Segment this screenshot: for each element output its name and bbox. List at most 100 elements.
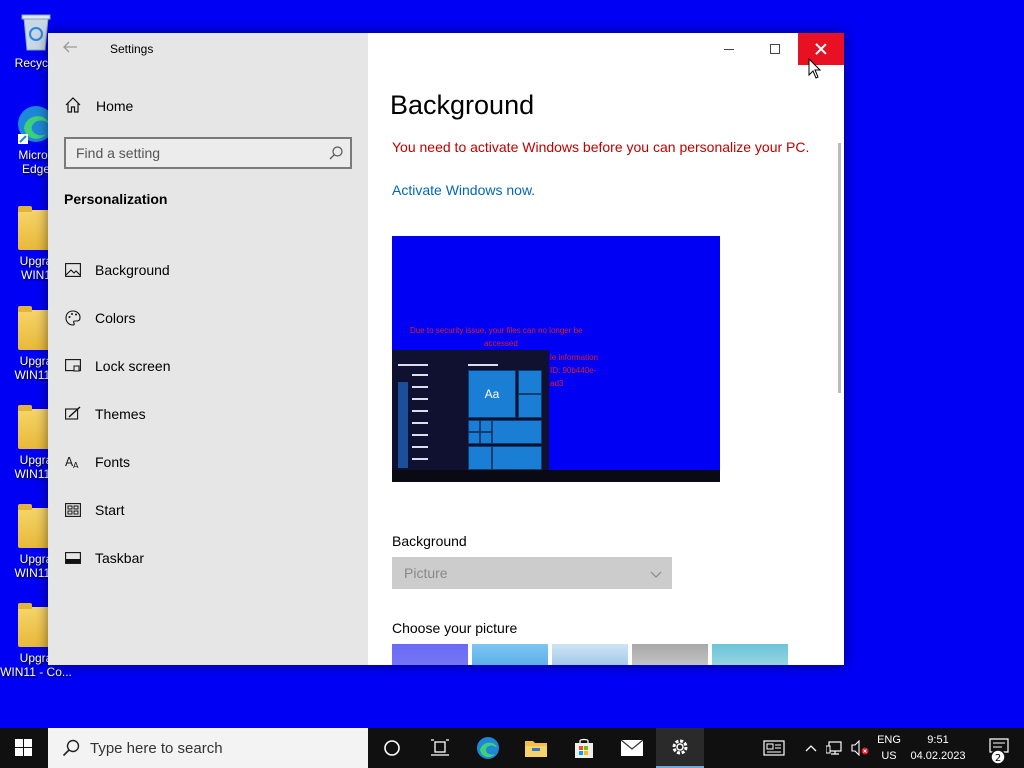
show-hidden-icons-button[interactable]	[800, 728, 822, 768]
clock-time: 9:51	[927, 734, 949, 746]
taskbar-clock[interactable]: 9:51 04.02.2023	[906, 732, 970, 764]
taskbar-search-box[interactable]: Type here to search	[48, 728, 368, 768]
preview-tile	[480, 432, 492, 444]
preview-tile	[468, 420, 480, 432]
picture-thumbnail[interactable]	[552, 644, 628, 665]
home-icon	[64, 96, 84, 117]
search-icon[interactable]	[328, 145, 344, 161]
svg-text:A: A	[73, 461, 79, 470]
preview-line	[412, 422, 428, 424]
sidebar-item-lock-screen[interactable]: Lock screen	[64, 342, 354, 390]
preview-text: ID: 90b440e-	[550, 366, 597, 375]
background-dropdown[interactable]: Picture	[392, 557, 672, 589]
choose-picture-label: Choose your picture	[392, 620, 518, 636]
mail-button[interactable]	[608, 728, 656, 768]
folder-icon	[525, 741, 547, 757]
back-button[interactable]	[62, 40, 82, 58]
start-icon	[64, 501, 82, 519]
title-bar[interactable]: Settings	[48, 33, 368, 65]
preview-tile	[468, 446, 492, 470]
sidebar-item-background[interactable]: Background	[64, 246, 354, 294]
preview-tile	[518, 394, 542, 418]
cortana-button[interactable]	[368, 728, 416, 768]
picture-thumbnail[interactable]	[712, 644, 788, 665]
sidebar-item-colors[interactable]: Colors	[64, 294, 354, 342]
sidebar-item-label: Lock screen	[95, 358, 171, 374]
sidebar-item-label: Taskbar	[95, 550, 145, 566]
sidebar-item-fonts[interactable]: AA Fonts	[64, 438, 354, 486]
page-title: Background	[390, 90, 535, 120]
news-button[interactable]	[756, 728, 792, 768]
desktop-icon-label: WIN11 - Co...	[0, 665, 72, 679]
sidebar-item-label: Background	[95, 262, 170, 278]
edge-icon	[477, 737, 499, 759]
content-scrollbar[interactable]	[838, 143, 841, 393]
preview-start-menu: Aa	[392, 350, 549, 470]
input-language-indicator[interactable]: ENG US	[872, 732, 906, 764]
store-button[interactable]	[560, 728, 608, 768]
sidebar-item-home[interactable]: Home	[64, 95, 133, 117]
sidebar-nav: Background Colors Lock screen Themes A A…	[64, 246, 354, 582]
taskbar-icon	[64, 549, 82, 567]
notification-badge: 2	[988, 747, 1008, 768]
find-setting-input[interactable]	[66, 139, 350, 167]
section-title: Personalization	[64, 191, 168, 207]
preview-line	[412, 386, 428, 388]
maximize-button[interactable]	[752, 33, 798, 65]
preview-line	[412, 434, 428, 436]
task-view-icon	[431, 739, 449, 756]
minimize-icon	[724, 48, 734, 50]
gear-icon	[672, 739, 688, 755]
preview-line	[398, 364, 428, 366]
activate-windows-link[interactable]: Activate Windows now.	[392, 182, 535, 198]
notification-count: 2	[995, 753, 1001, 764]
picture-thumbnail[interactable]	[632, 644, 708, 665]
activation-warning: You need to activate Windows before you …	[392, 139, 810, 155]
sidebar-item-label: Start	[95, 502, 125, 518]
preview-line	[412, 398, 428, 400]
preview-tile	[518, 370, 542, 394]
preview-tile	[468, 432, 480, 444]
minimize-button[interactable]	[706, 33, 752, 65]
task-view-button[interactable]	[416, 728, 464, 768]
preview-text: accessed	[484, 339, 518, 348]
preview-line	[412, 374, 428, 376]
preview-line	[412, 410, 428, 412]
sidebar-item-taskbar[interactable]: Taskbar	[64, 534, 354, 582]
preview-tile: Aa	[468, 370, 516, 418]
arrow-left-icon	[63, 41, 77, 53]
sidebar-item-label: Home	[96, 98, 134, 114]
palette-icon	[64, 309, 82, 327]
preview-line	[468, 364, 498, 366]
preview-taskbar	[392, 470, 720, 482]
sidebar-item-label: Colors	[95, 310, 136, 326]
sidebar-item-label: Themes	[95, 406, 146, 422]
settings-window: Settings Home Personalization	[48, 33, 844, 665]
preview-line	[412, 446, 428, 448]
taskbar-edge-button[interactable]	[464, 728, 512, 768]
preview-text: Due to security issue, your files can no…	[410, 326, 583, 335]
mail-icon	[620, 739, 644, 756]
picture-thumbnail[interactable]	[472, 644, 548, 665]
file-explorer-button[interactable]	[512, 728, 560, 768]
network-button[interactable]	[822, 728, 848, 768]
preview-tile	[492, 420, 542, 444]
picture-thumbnail[interactable]	[392, 644, 468, 665]
preview-text: ad3	[550, 379, 564, 388]
news-icon	[763, 740, 785, 756]
find-setting-box[interactable]	[64, 137, 352, 169]
background-dropdown-value: Picture	[404, 565, 448, 581]
settings-app-button[interactable]	[656, 728, 704, 768]
mouse-cursor-icon	[808, 58, 822, 79]
sidebar-item-start[interactable]: Start	[64, 486, 354, 534]
settings-sidebar: Settings Home Personalization	[48, 33, 368, 665]
start-button[interactable]	[0, 728, 48, 768]
background-preview: Due to security issue, your files can no…	[392, 236, 720, 482]
preview-tile	[480, 420, 492, 432]
language-region: US	[881, 750, 897, 762]
preview-text: le information	[550, 353, 599, 362]
volume-button[interactable]	[848, 728, 872, 768]
sidebar-item-themes[interactable]: Themes	[64, 390, 354, 438]
search-icon	[62, 739, 80, 757]
settings-content: Background You need to activate Windows …	[368, 33, 844, 665]
